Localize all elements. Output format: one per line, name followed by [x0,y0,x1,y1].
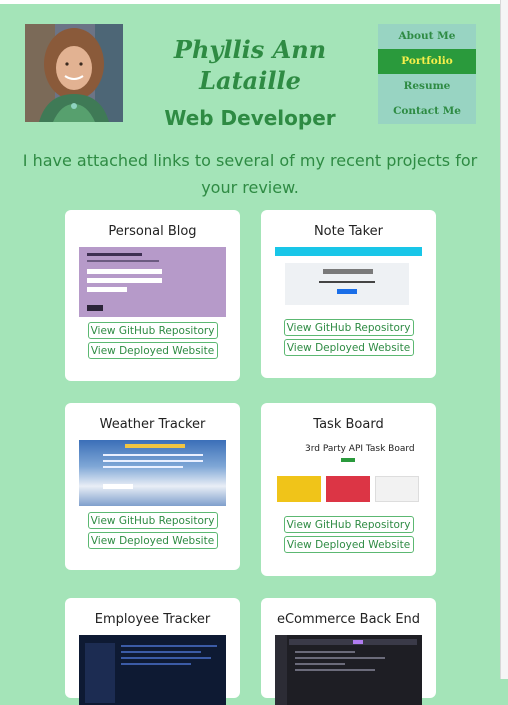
project-screenshot [79,247,226,317]
developer-name: Phyllis Ann Lataille [173,35,327,95]
project-card-weather-tracker: Weather Tracker View GitHub Repository V… [65,403,240,570]
project-card-note-taker: Note Taker View GitHub Repository View D… [261,210,436,378]
github-repo-link[interactable]: View GitHub Repository [283,319,414,336]
deployed-site-link[interactable]: View Deployed Website [283,536,414,553]
profile-photo [25,24,123,122]
project-card-employee-tracker: Employee Tracker [65,598,240,705]
nav-portfolio[interactable]: Portfolio [378,49,476,74]
scrollbar[interactable] [500,0,508,679]
project-title: Personal Blog [108,224,197,239]
project-card-ecommerce-back-end: eCommerce Back End [261,598,436,705]
project-title: Weather Tracker [99,417,206,432]
project-title: Note Taker [313,224,384,239]
thumbnail-title: 3rd Party API Task Board [305,444,415,454]
deployed-site-link[interactable]: View Deployed Website [87,342,218,359]
project-title: Task Board [313,417,384,432]
portrait-image [25,24,123,122]
deployed-site-link[interactable]: View Deployed Website [283,339,414,356]
project-title: eCommerce Back End [276,612,421,627]
project-title: Employee Tracker [94,612,211,627]
project-screenshot [275,635,422,705]
github-repo-link[interactable]: View GitHub Repository [87,322,218,339]
project-screenshot [275,247,422,307]
deployed-site-link[interactable]: View Deployed Website [87,532,218,549]
nav-about-me[interactable]: About Me [378,24,476,49]
main-nav: About Me Portfolio Resume Contact Me [378,24,476,124]
browser-top-edge [0,0,508,4]
github-repo-link[interactable]: View GitHub Repository [283,516,414,533]
nav-resume[interactable]: Resume [378,74,476,99]
portfolio-intro: I have attached links to several of my r… [22,151,478,197]
project-screenshot [79,635,226,705]
project-screenshot: 3rd Party API Task Board [275,440,422,512]
github-repo-link[interactable]: View GitHub Repository [87,512,218,529]
developer-role: Web Developer [164,106,336,130]
nav-contact-me[interactable]: Contact Me [378,99,476,124]
project-card-task-board: Task Board 3rd Party API Task Board View… [261,403,436,576]
project-screenshot [79,440,226,506]
project-card-personal-blog: Personal Blog View GitHub Repository Vie… [65,210,240,381]
